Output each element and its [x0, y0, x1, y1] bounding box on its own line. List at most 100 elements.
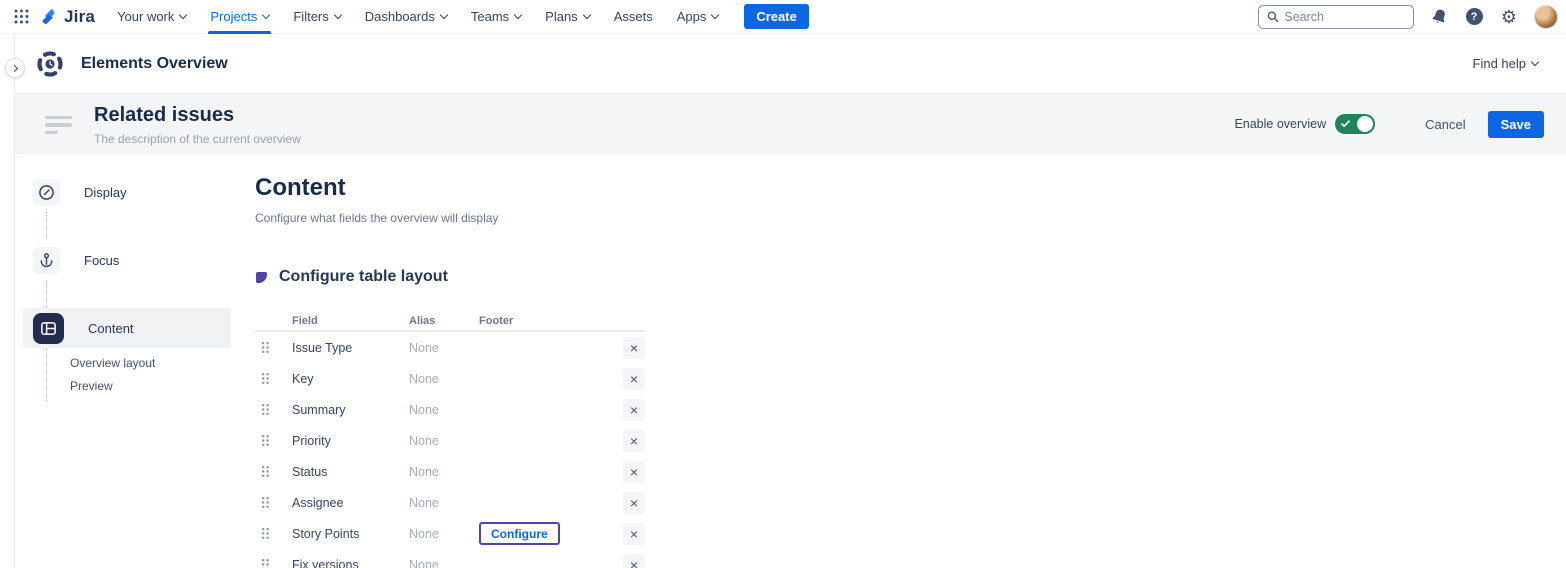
sidebar-item-content[interactable]: Content: [23, 308, 231, 348]
sidebar-item-display[interactable]: Display: [15, 172, 231, 212]
drag-handle-icon[interactable]: [261, 496, 275, 509]
top-nav-bar: Jira Your work Projects Filters Dashboards T…: [0, 0, 1566, 34]
content-panel: Content Configure what fields the overvi…: [241, 154, 1566, 567]
focus-anchor-icon: [33, 247, 60, 274]
alias-value[interactable]: None: [409, 403, 479, 417]
check-icon: [1341, 120, 1350, 128]
alias-value[interactable]: None: [409, 465, 479, 479]
table-header: Field Alias Footer: [255, 311, 645, 332]
alias-value[interactable]: None: [409, 558, 479, 568]
drag-lines-icon[interactable]: [45, 103, 72, 135]
nav-item-label: Your work: [117, 9, 174, 24]
remove-field-button[interactable]: ×: [623, 461, 645, 483]
jira-mark-icon: [40, 7, 60, 27]
page-title: Content: [255, 174, 1566, 202]
chevron-down-icon: [711, 10, 719, 18]
nav-item-apps[interactable]: Apps: [677, 0, 719, 34]
app-header: Elements Overview Find help: [15, 34, 1566, 94]
drag-handle-icon[interactable]: [261, 465, 275, 478]
create-button[interactable]: Create: [744, 4, 808, 29]
remove-field-button[interactable]: ×: [623, 368, 645, 390]
chevron-down-icon: [334, 10, 342, 18]
app-switcher-icon[interactable]: [10, 6, 32, 28]
nav-item-label: Apps: [677, 9, 707, 24]
remove-field-button[interactable]: ×: [623, 337, 645, 359]
drag-handle-icon[interactable]: [261, 434, 275, 447]
primary-nav: Your work Projects Filters Dashboards Teams P…: [117, 0, 718, 33]
chevron-down-icon: [262, 10, 270, 18]
table-row: Key None ×: [255, 363, 645, 394]
remove-field-button[interactable]: ×: [623, 430, 645, 452]
remove-field-button[interactable]: ×: [623, 492, 645, 514]
alias-value[interactable]: None: [409, 527, 479, 541]
chevron-down-icon: [582, 10, 590, 18]
sidebar-item-preview[interactable]: Preview: [70, 379, 241, 393]
jira-logo[interactable]: Jira: [40, 7, 95, 27]
chevron-down-icon: [440, 10, 448, 18]
drag-handle-icon[interactable]: [261, 372, 275, 385]
nav-item-dashboards[interactable]: Dashboards: [365, 0, 447, 34]
help-icon[interactable]: ?: [1464, 7, 1484, 27]
content-layout-icon: [33, 313, 64, 344]
remove-field-button[interactable]: ×: [623, 399, 645, 421]
enable-overview-toggle[interactable]: [1335, 114, 1375, 134]
content-sub-items: Overview layout Preview: [46, 348, 241, 401]
step-connector: [46, 280, 241, 308]
notifications-bell-icon[interactable]: [1429, 7, 1449, 27]
display-gauge-icon: [33, 179, 60, 206]
alias-value[interactable]: None: [409, 341, 479, 355]
chevron-down-icon: [179, 10, 187, 18]
field-name: Summary: [292, 403, 409, 417]
sidebar-item-overview-layout[interactable]: Overview layout: [70, 356, 241, 370]
nav-item-label: Filters: [293, 9, 328, 24]
footer-cell: Configure: [479, 522, 623, 545]
remove-field-button[interactable]: ×: [623, 523, 645, 545]
field-name: Fix versions: [292, 558, 409, 568]
chevron-down-icon: [1531, 57, 1539, 65]
field-name: Issue Type: [292, 341, 409, 355]
remove-field-button[interactable]: ×: [623, 554, 645, 568]
overview-title: Related issues: [94, 103, 301, 127]
table-row: Story Points None Configure ×: [255, 518, 645, 549]
chevron-down-icon: [514, 10, 522, 18]
field-name: Story Points: [292, 527, 409, 541]
alias-value[interactable]: None: [409, 372, 479, 386]
nav-item-your-work[interactable]: Your work: [117, 0, 186, 34]
nav-item-projects[interactable]: Projects: [210, 0, 269, 34]
table-row: Fix versions None ×: [255, 549, 645, 568]
drag-handle-icon[interactable]: [261, 403, 275, 416]
sidebar-item-focus[interactable]: Focus: [15, 240, 231, 280]
cancel-button[interactable]: Cancel: [1417, 111, 1473, 138]
configure-table-layout-section[interactable]: Configure table layout: [255, 268, 1566, 286]
drag-handle-icon[interactable]: [261, 558, 275, 568]
find-help-button[interactable]: Find help: [1473, 56, 1538, 71]
table-row: Issue Type None ×: [255, 332, 645, 363]
nav-item-teams[interactable]: Teams: [471, 0, 521, 34]
search-icon: [1267, 10, 1278, 23]
section-title: Configure table layout: [279, 268, 448, 286]
search-input[interactable]: [1284, 10, 1405, 24]
drag-handle-icon[interactable]: [261, 341, 275, 354]
nav-item-assets[interactable]: Assets: [614, 0, 653, 34]
search-box[interactable]: [1258, 5, 1414, 29]
save-button[interactable]: Save: [1488, 111, 1544, 138]
alias-value[interactable]: None: [409, 496, 479, 510]
configure-button[interactable]: Configure: [479, 522, 560, 545]
user-avatar[interactable]: [1534, 5, 1558, 29]
nav-item-label: Dashboards: [365, 9, 435, 24]
table-row: Summary None ×: [255, 394, 645, 425]
nav-item-plans[interactable]: Plans: [545, 0, 590, 34]
nav-item-filters[interactable]: Filters: [293, 0, 340, 34]
alias-value[interactable]: None: [409, 434, 479, 448]
drag-handle-icon[interactable]: [261, 527, 275, 540]
sidebar-expand-button[interactable]: [5, 58, 25, 78]
settings-step-sidebar: Display Focus: [15, 154, 241, 567]
field-name: Status: [292, 465, 409, 479]
column-header-footer: Footer: [479, 315, 645, 327]
settings-gear-icon[interactable]: ⚙: [1499, 7, 1519, 27]
table-row: Status None ×: [255, 456, 645, 487]
nav-item-label: Assets: [614, 9, 653, 24]
table-body: Issue Type None × Key None ×: [255, 332, 645, 568]
jira-logo-text: Jira: [64, 7, 95, 27]
page-subtitle: Configure what fields the overview will …: [255, 211, 1566, 225]
